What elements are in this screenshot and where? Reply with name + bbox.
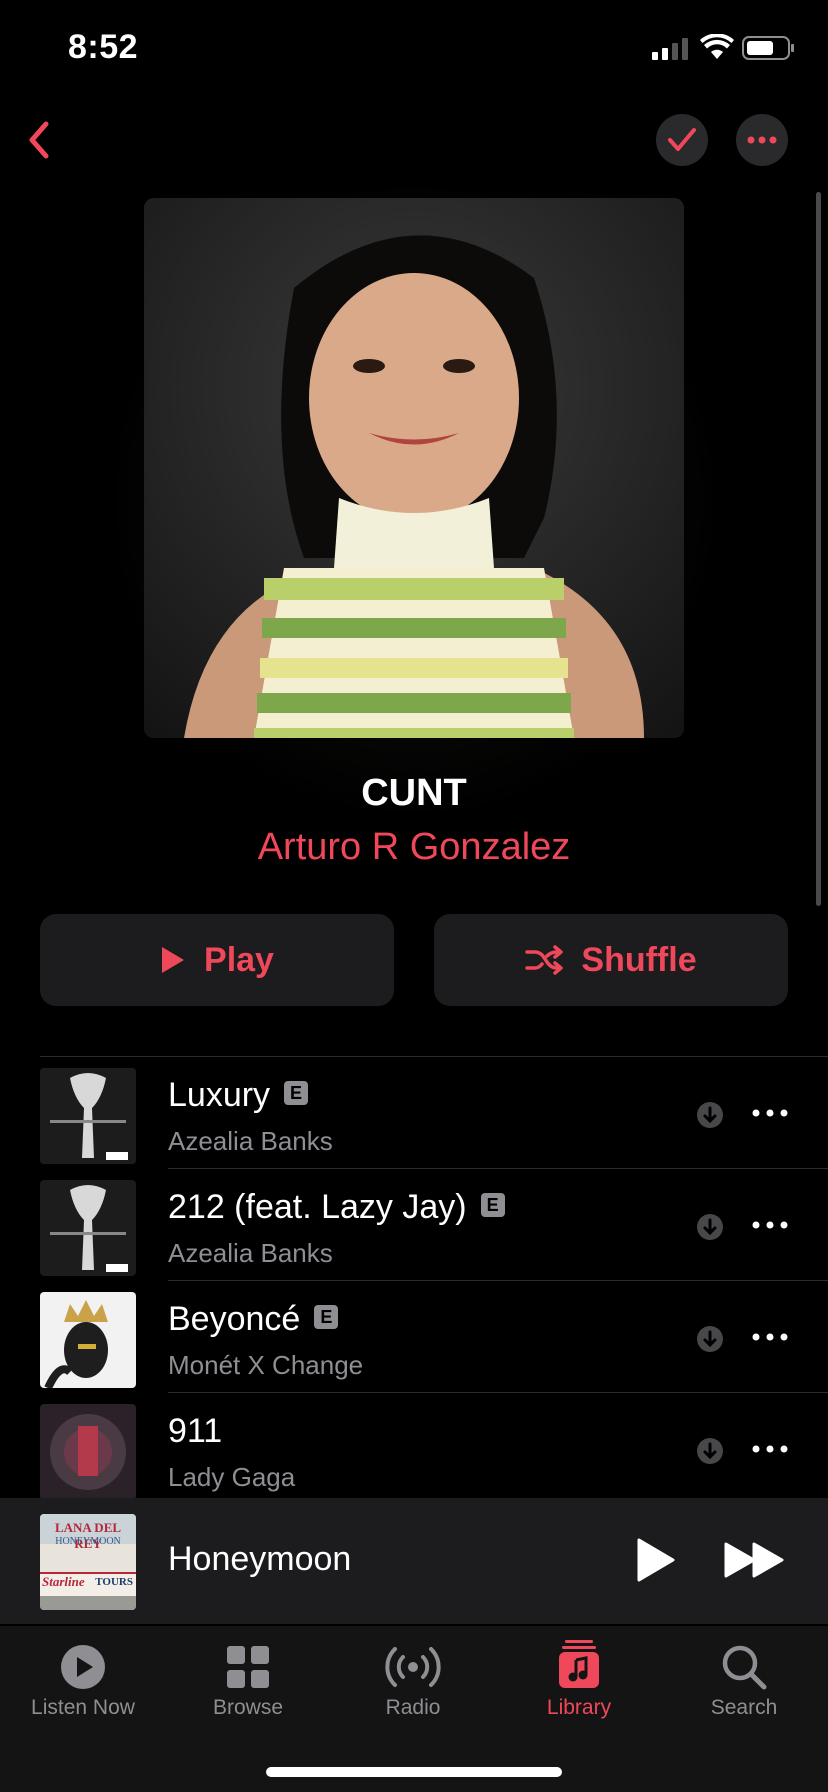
music-note-icon <box>559 1640 599 1688</box>
track-artist: Lady Gaga <box>168 1462 296 1492</box>
tab-search[interactable]: Search <box>661 1626 827 1736</box>
track-artwork <box>40 1292 136 1388</box>
mini-play-button[interactable] <box>636 1538 676 1582</box>
track-row[interactable]: 212 (feat. Lazy Jay) E Azealia Banks <box>40 1170 828 1282</box>
downloaded-icon <box>697 1102 723 1128</box>
play-button[interactable]: Play <box>40 914 394 1006</box>
track-artwork <box>40 1404 136 1500</box>
play-circle-icon <box>61 1645 105 1689</box>
track-row[interactable]: Luxury E Azealia Banks <box>40 1058 828 1170</box>
now-playing-artwork: LANA DEL REY HONEYMOON Starline TOURS <box>40 1514 136 1610</box>
tab-listen-now[interactable]: Listen Now <box>0 1626 166 1736</box>
track-title-text: 212 (feat. Lazy Jay) <box>168 1188 467 1226</box>
explicit-badge: E <box>284 1081 309 1106</box>
artwork-text-left: Starline <box>42 1574 85 1589</box>
track-row[interactable]: Beyoncé E Monét X Change <box>40 1282 828 1394</box>
shuffle-icon <box>525 945 564 975</box>
play-label: Play <box>204 940 274 979</box>
track-title: Luxury E <box>168 1076 309 1115</box>
track-more-button[interactable] <box>746 1098 796 1128</box>
mini-player[interactable]: LANA DEL REY HONEYMOON Starline TOURS Ho… <box>0 1498 828 1624</box>
radio-waves-icon <box>385 1647 441 1687</box>
tab-label: Listen Now <box>31 1696 135 1719</box>
grid-icon <box>227 1646 269 1688</box>
shuffle-button[interactable]: Shuffle <box>434 914 788 1006</box>
list-divider <box>168 1168 828 1169</box>
list-divider <box>168 1392 828 1393</box>
cellular-signal-icon <box>652 38 692 65</box>
downloaded-icon <box>697 1214 723 1240</box>
skip-forward-button[interactable] <box>724 1542 786 1578</box>
home-indicator[interactable] <box>266 1767 562 1777</box>
tab-radio[interactable]: Radio <box>330 1626 496 1736</box>
ellipsis-icon <box>752 1445 788 1453</box>
list-divider <box>40 1056 828 1057</box>
explicit-badge: E <box>314 1305 339 1330</box>
album-artwork <box>144 198 684 738</box>
play-icon <box>637 1538 675 1582</box>
ellipsis-icon <box>747 136 777 144</box>
ellipsis-icon <box>752 1333 788 1341</box>
search-icon <box>722 1645 767 1690</box>
track-artist: Azealia Banks <box>168 1126 333 1156</box>
downloaded-icon <box>697 1438 723 1464</box>
track-artwork <box>40 1180 136 1276</box>
shuffle-label: Shuffle <box>581 940 697 979</box>
now-playing-title: Honeymoon <box>168 1540 352 1578</box>
artwork-text-right: TOURS <box>95 1576 133 1588</box>
chevron-left-icon <box>29 121 49 159</box>
track-artist: Monét X Change <box>168 1350 364 1380</box>
tab-label: Radio <box>385 1696 441 1719</box>
track-title-text: Luxury <box>168 1076 271 1114</box>
fast-forward-icon <box>724 1542 784 1578</box>
track-title: 212 (feat. Lazy Jay) E <box>168 1188 505 1227</box>
list-divider <box>168 1280 828 1281</box>
downloaded-icon <box>697 1326 723 1352</box>
track-more-button[interactable] <box>746 1322 796 1352</box>
play-icon <box>162 947 185 973</box>
tab-label: Search <box>710 1696 778 1719</box>
track-title: 911 <box>168 1412 222 1451</box>
status-time: 8:52 <box>68 28 139 66</box>
wifi-icon <box>700 33 734 65</box>
tab-browse[interactable]: Browse <box>165 1626 331 1736</box>
artwork-text-mid: HONEYMOON <box>55 1536 121 1547</box>
back-button[interactable] <box>20 118 60 162</box>
track-more-button[interactable] <box>746 1210 796 1240</box>
track-title-text: Beyoncé <box>168 1300 301 1338</box>
track-artist: Azealia Banks <box>168 1238 333 1268</box>
battery-icon <box>742 36 796 65</box>
explicit-badge: E <box>480 1193 505 1218</box>
album-title: CUNT <box>361 772 467 814</box>
track-more-button[interactable] <box>746 1434 796 1464</box>
track-title: Beyoncé E <box>168 1300 339 1339</box>
ellipsis-icon <box>752 1109 788 1117</box>
tab-label: Library <box>546 1696 612 1719</box>
album-artist-link[interactable]: Arturo R Gonzalez <box>0 826 828 869</box>
tab-library[interactable]: Library <box>496 1626 662 1736</box>
track-artwork <box>40 1068 136 1164</box>
ellipsis-icon <box>752 1221 788 1229</box>
track-row[interactable]: 911 Lady Gaga <box>40 1394 828 1506</box>
track-title-text: 911 <box>168 1412 223 1450</box>
tab-label: Browse <box>212 1696 284 1719</box>
